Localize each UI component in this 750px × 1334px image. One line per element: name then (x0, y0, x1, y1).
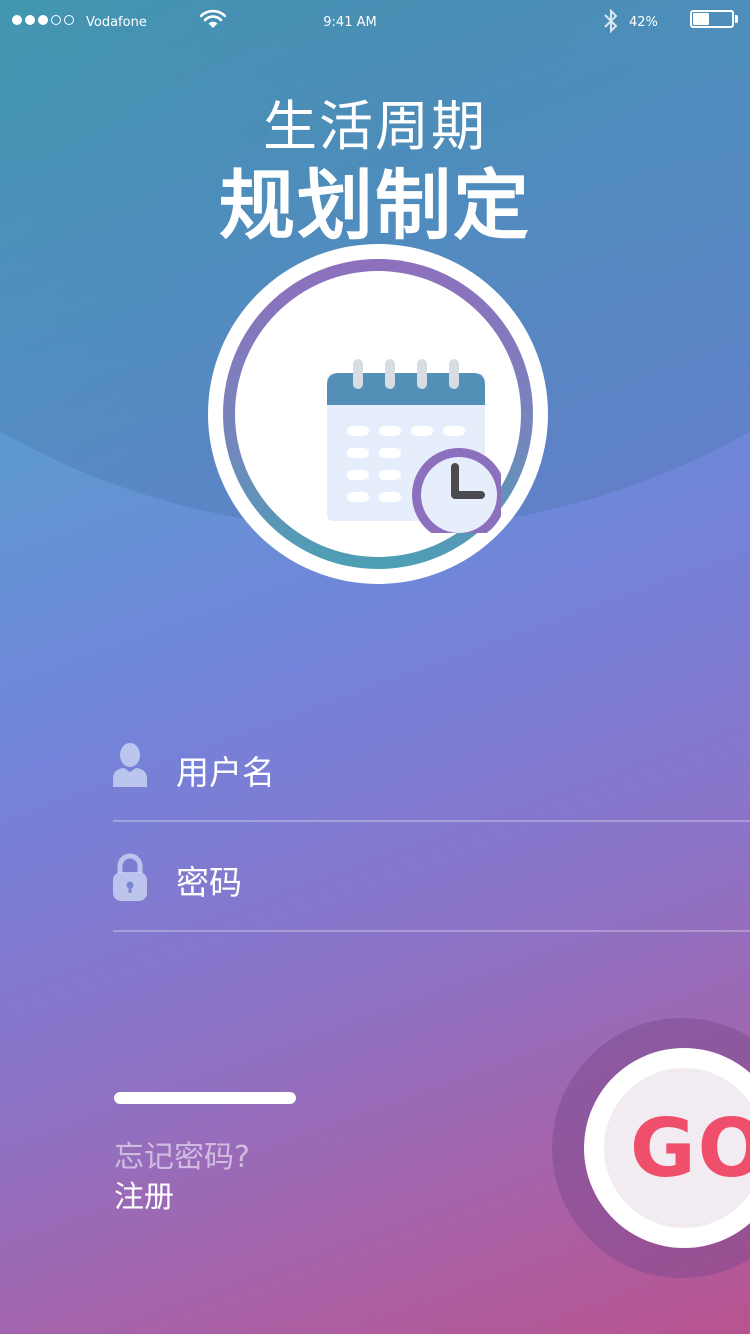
lock-icon (113, 853, 147, 905)
user-icon (113, 743, 147, 791)
password-field[interactable]: 密码 (113, 820, 750, 932)
forgot-password-link[interactable]: 忘记密码? (114, 1132, 250, 1176)
go-button-label[interactable]: GO (630, 1102, 750, 1195)
emblem-inner (235, 271, 521, 557)
calendar-clock-icon (327, 359, 501, 533)
status-bar: Vodafone 9:41 AM 42% (0, 0, 750, 44)
emblem-ring (223, 259, 533, 569)
app-title-line2: 规划制定 (219, 161, 531, 250)
username-placeholder: 用户名 (176, 753, 275, 792)
username-field[interactable]: 用户名 (113, 710, 750, 822)
password-placeholder: 密码 (176, 863, 242, 902)
app-emblem (208, 244, 548, 584)
battery-percent: 42% (629, 15, 658, 30)
progress-fill (114, 1092, 296, 1104)
battery-icon (690, 10, 734, 28)
progress-bar (114, 1092, 296, 1104)
register-link[interactable]: 注册 (114, 1172, 174, 1216)
battery-cap (735, 15, 738, 23)
bluetooth-icon (603, 8, 619, 38)
clock-time: 9:41 AM (323, 15, 377, 30)
login-screen: Vodafone 9:41 AM 42% 生活周期 规划制定 用户名 密码 忘记… (0, 0, 750, 1334)
